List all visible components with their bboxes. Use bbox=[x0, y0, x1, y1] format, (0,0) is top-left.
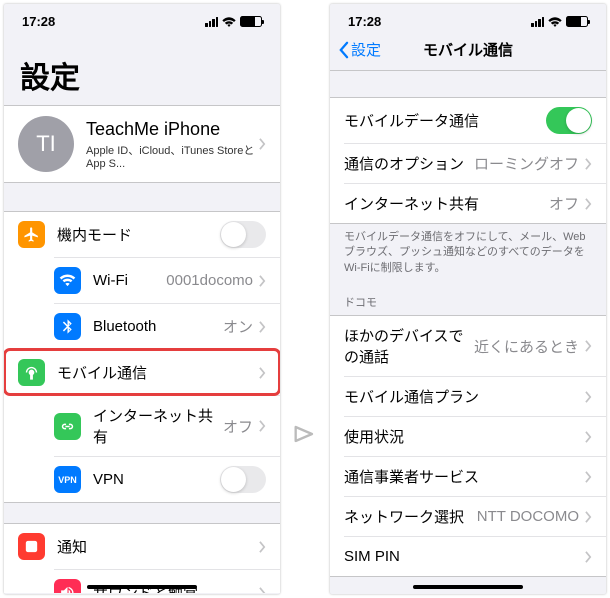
sim-pin-row[interactable]: SIM PIN bbox=[344, 536, 606, 576]
cellular-data-row[interactable]: モバイルデータ通信 bbox=[330, 98, 606, 143]
row-label: VPN bbox=[93, 471, 220, 488]
row-label: ネットワーク選択 bbox=[344, 506, 477, 527]
usage-row[interactable]: 使用状況 bbox=[344, 416, 606, 456]
vpn-toggle[interactable] bbox=[220, 466, 266, 493]
row-label: 通知 bbox=[57, 536, 259, 557]
chevron-right-icon bbox=[259, 420, 266, 432]
chevron-right-icon bbox=[259, 367, 266, 379]
row-label: 機内モード bbox=[57, 224, 220, 245]
row-label: モバイルデータ通信 bbox=[344, 110, 546, 131]
chevron-right-icon bbox=[259, 138, 266, 150]
wifi-icon bbox=[548, 17, 562, 27]
hotspot-row[interactable]: インターネット共有 オフ bbox=[54, 395, 280, 456]
row-value: オン bbox=[223, 316, 253, 337]
account-name: TeachMe iPhone bbox=[86, 119, 259, 140]
chevron-right-icon bbox=[585, 391, 592, 403]
notifications-icon bbox=[18, 533, 45, 560]
row-label: インターネット共有 bbox=[93, 405, 223, 447]
chevron-right-icon bbox=[259, 541, 266, 553]
data-options-row[interactable]: 通信のオプション ローミングオフ bbox=[344, 143, 606, 183]
settings-screen: 17:28 設定 TI TeachMe iPhone Apple ID、iClo… bbox=[4, 4, 280, 594]
row-value: 0001docomo bbox=[166, 272, 253, 289]
row-value: オフ bbox=[223, 416, 253, 437]
cellular-icon bbox=[18, 359, 45, 386]
wifi-settings-icon bbox=[54, 267, 81, 294]
hotspot-icon bbox=[54, 413, 81, 440]
calls-other-devices-row[interactable]: ほかのデバイスでの通話 近くにあるとき bbox=[330, 316, 606, 376]
network-selection-row[interactable]: ネットワーク選択 NTT DOCOMO bbox=[344, 496, 606, 536]
status-bar: 17:28 bbox=[330, 4, 606, 33]
carrier-services-row[interactable]: 通信事業者サービス bbox=[344, 456, 606, 496]
row-label: Bluetooth bbox=[93, 318, 223, 335]
vpn-icon: VPN bbox=[54, 466, 81, 493]
cellular-screen: 17:28 設定 モバイル通信 モバイルデータ通信 通信のオプション ローミング… bbox=[330, 4, 606, 594]
chevron-right-icon bbox=[585, 511, 592, 523]
avatar: TI bbox=[18, 116, 74, 172]
back-label: 設定 bbox=[351, 39, 381, 60]
row-label: Wi-Fi bbox=[93, 272, 166, 289]
chevron-right-icon bbox=[585, 431, 592, 443]
chevron-right-icon bbox=[259, 587, 266, 594]
row-label: 通信事業者サービス bbox=[344, 466, 585, 487]
chevron-right-icon bbox=[259, 275, 266, 287]
section-header: ドコモ bbox=[330, 290, 606, 315]
airplane-icon bbox=[18, 221, 45, 248]
cellular-row[interactable]: モバイル通信 bbox=[4, 349, 280, 395]
wifi-icon bbox=[222, 17, 236, 27]
status-time: 17:28 bbox=[348, 14, 381, 29]
vpn-row[interactable]: VPN VPN bbox=[54, 456, 280, 502]
signal-icon bbox=[205, 17, 218, 27]
row-value: 近くにあるとき bbox=[474, 336, 579, 357]
status-time: 17:28 bbox=[22, 14, 55, 29]
sounds-icon bbox=[54, 579, 81, 593]
chevron-right-icon bbox=[585, 551, 592, 563]
home-indicator[interactable] bbox=[413, 585, 523, 589]
sounds-row[interactable]: サウンドと触覚 bbox=[54, 569, 280, 593]
row-label: SIM PIN bbox=[344, 548, 585, 565]
apple-id-row[interactable]: TI TeachMe iPhone Apple ID、iCloud、iTunes… bbox=[4, 106, 280, 182]
arrow-right-icon bbox=[290, 414, 320, 454]
account-sub: Apple ID、iCloud、iTunes StoreとApp S... bbox=[86, 142, 259, 170]
battery-icon bbox=[240, 16, 262, 27]
notifications-row[interactable]: 通知 bbox=[4, 524, 280, 569]
signal-icon bbox=[531, 17, 544, 27]
row-label: ほかのデバイスでの通話 bbox=[344, 325, 474, 367]
row-value: オフ bbox=[549, 193, 579, 214]
chevron-right-icon bbox=[259, 321, 266, 333]
chevron-left-icon bbox=[338, 41, 349, 59]
row-value: NTT DOCOMO bbox=[477, 508, 579, 525]
cellular-plan-row[interactable]: モバイル通信プラン bbox=[344, 376, 606, 416]
chevron-right-icon bbox=[585, 158, 592, 170]
bluetooth-icon bbox=[54, 313, 81, 340]
row-label: モバイル通信プラン bbox=[344, 386, 585, 407]
page-title: 設定 bbox=[4, 33, 280, 105]
wifi-row[interactable]: Wi-Fi 0001docomo bbox=[54, 257, 280, 303]
personal-hotspot-row[interactable]: インターネット共有 オフ bbox=[344, 183, 606, 223]
status-bar: 17:28 bbox=[4, 4, 280, 33]
row-label: インターネット共有 bbox=[344, 193, 549, 214]
bluetooth-row[interactable]: Bluetooth オン bbox=[54, 303, 280, 349]
row-value: ローミングオフ bbox=[474, 153, 579, 174]
airplane-toggle[interactable] bbox=[220, 221, 266, 248]
row-label: 使用状況 bbox=[344, 426, 585, 447]
chevron-right-icon bbox=[585, 471, 592, 483]
nav-bar: 設定 モバイル通信 bbox=[330, 33, 606, 71]
chevron-right-icon bbox=[585, 198, 592, 210]
row-label: 通信のオプション bbox=[344, 153, 474, 174]
section-footer: モバイルデータ通信をオフにして、メール、Webブラウズ、プッシュ通知などのすべて… bbox=[330, 224, 606, 290]
airplane-mode-row[interactable]: 機内モード bbox=[4, 212, 280, 257]
home-indicator[interactable] bbox=[87, 585, 197, 589]
cellular-data-toggle[interactable] bbox=[546, 107, 592, 134]
chevron-right-icon bbox=[585, 340, 592, 352]
battery-icon bbox=[566, 16, 588, 27]
row-label: モバイル通信 bbox=[57, 362, 259, 383]
back-button[interactable]: 設定 bbox=[338, 39, 381, 60]
